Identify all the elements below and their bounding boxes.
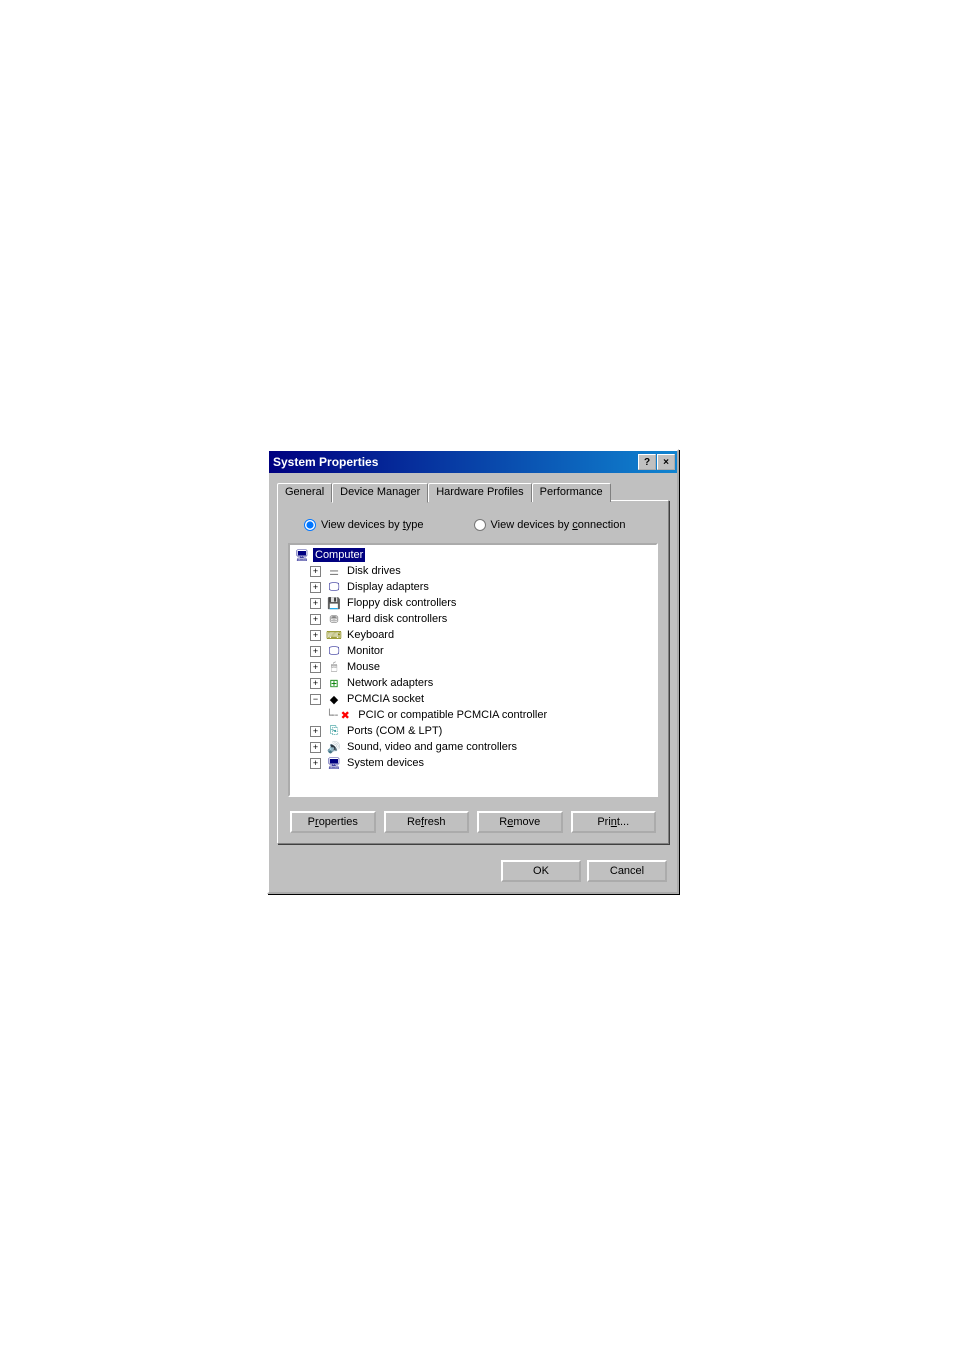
action-buttons: Properties Refresh Remove Print...: [288, 797, 658, 833]
ok-button[interactable]: OK: [501, 860, 581, 882]
radio-view-by-connection-input[interactable]: [474, 519, 486, 531]
tree-item-system-devices[interactable]: + 🖥 System devices: [290, 755, 656, 771]
tree-item-hdd-controllers[interactable]: + ⛃ Hard disk controllers: [290, 611, 656, 627]
computer-icon: 🖥: [294, 547, 310, 563]
window-title: System Properties: [273, 455, 637, 469]
tree-line: └╌: [326, 709, 337, 722]
expand-toggle[interactable]: +: [310, 582, 321, 593]
radio-view-by-type[interactable]: View devices by type: [304, 519, 424, 531]
tree-item-computer[interactable]: 🖥 Computer: [290, 547, 656, 563]
remove-button[interactable]: Remove: [477, 811, 563, 833]
expand-toggle[interactable]: +: [310, 598, 321, 609]
radio-view-by-connection[interactable]: View devices by connection: [474, 519, 626, 531]
system-icon: 🖥: [326, 755, 342, 771]
tree-item-floppy-controllers[interactable]: + 💾 Floppy disk controllers: [290, 595, 656, 611]
disk-icon: ⚌: [326, 563, 342, 579]
tree-label: Sound, video and game controllers: [345, 740, 519, 754]
tree-item-monitor[interactable]: + 🖵 Monitor: [290, 643, 656, 659]
tree-item-mouse[interactable]: + 🖱 Mouse: [290, 659, 656, 675]
view-mode-radios: View devices by type View devices by con…: [288, 511, 658, 543]
device-tree[interactable]: 🖥 Computer + ⚌ Disk drives + 🖵 Display a…: [288, 543, 658, 797]
radio-view-by-type-input[interactable]: [304, 519, 316, 531]
monitor-icon: 🖵: [326, 643, 342, 659]
tree-item-disk-drives[interactable]: + ⚌ Disk drives: [290, 563, 656, 579]
refresh-button[interactable]: Refresh: [384, 811, 470, 833]
collapse-toggle[interactable]: −: [310, 694, 321, 705]
tree-label: Ports (COM & LPT): [345, 724, 444, 738]
tab-hardware-profiles[interactable]: Hardware Profiles: [428, 483, 531, 502]
tab-general[interactable]: General: [277, 483, 332, 502]
tree-label: Monitor: [345, 644, 386, 658]
hdd-icon: ⛃: [326, 611, 342, 627]
tree-label: Floppy disk controllers: [345, 596, 458, 610]
radio-view-by-connection-label: View devices by connection: [491, 519, 626, 531]
dialog-buttons: OK Cancel: [269, 852, 677, 892]
tab-device-manager[interactable]: Device Manager: [332, 483, 428, 503]
cancel-button[interactable]: Cancel: [587, 860, 667, 882]
tab-panel-device-manager: View devices by type View devices by con…: [277, 500, 669, 844]
expand-toggle[interactable]: +: [310, 630, 321, 641]
tree-label: PCMCIA socket: [345, 692, 426, 706]
network-icon: ⊞: [326, 675, 342, 691]
tree-item-network-adapters[interactable]: + ⊞ Network adapters: [290, 675, 656, 691]
expand-toggle[interactable]: +: [310, 614, 321, 625]
expand-toggle[interactable]: +: [310, 646, 321, 657]
ports-icon: ⎘: [326, 723, 342, 739]
tree-item-ports[interactable]: + ⎘ Ports (COM & LPT): [290, 723, 656, 739]
expand-toggle[interactable]: +: [310, 678, 321, 689]
tree-label: Mouse: [345, 660, 382, 674]
display-icon: 🖵: [326, 579, 342, 595]
pcmcia-error-icon: ✖: [337, 707, 353, 723]
tree-item-display-adapters[interactable]: + 🖵 Display adapters: [290, 579, 656, 595]
tree-label: Disk drives: [345, 564, 403, 578]
expand-toggle[interactable]: +: [310, 742, 321, 753]
system-properties-dialog: System Properties ? × General Device Man…: [267, 449, 679, 894]
tree-label: System devices: [345, 756, 426, 770]
expand-toggle[interactable]: +: [310, 566, 321, 577]
tree-label: Display adapters: [345, 580, 431, 594]
tree-item-pcmcia-controller[interactable]: └╌ ✖ PCIC or compatible PCMCIA controlle…: [290, 707, 656, 723]
close-button[interactable]: ×: [657, 454, 675, 470]
floppy-icon: 💾: [326, 595, 342, 611]
tree-label: Network adapters: [345, 676, 435, 690]
tree-label: Computer: [313, 548, 365, 562]
print-button[interactable]: Print...: [571, 811, 657, 833]
mouse-icon: 🖱: [326, 659, 342, 675]
expand-toggle[interactable]: +: [310, 726, 321, 737]
pcmcia-icon: ◆: [326, 691, 342, 707]
sound-icon: 🔊: [326, 739, 342, 755]
tree-label: Keyboard: [345, 628, 396, 642]
expand-toggle[interactable]: +: [310, 758, 321, 769]
expand-toggle[interactable]: +: [310, 662, 321, 673]
radio-view-by-type-label: View devices by type: [321, 519, 424, 531]
tab-performance[interactable]: Performance: [532, 483, 611, 502]
tree-label: Hard disk controllers: [345, 612, 449, 626]
tree-label: PCIC or compatible PCMCIA controller: [356, 708, 549, 722]
properties-button[interactable]: Properties: [290, 811, 376, 833]
tab-strip: General Device Manager Hardware Profiles…: [277, 483, 669, 502]
titlebar: System Properties ? ×: [269, 451, 677, 473]
keyboard-icon: ⌨: [326, 627, 342, 643]
tree-item-pcmcia-socket[interactable]: − ◆ PCMCIA socket: [290, 691, 656, 707]
help-button[interactable]: ?: [638, 454, 656, 470]
tree-item-keyboard[interactable]: + ⌨ Keyboard: [290, 627, 656, 643]
tree-item-sound-video-game[interactable]: + 🔊 Sound, video and game controllers: [290, 739, 656, 755]
